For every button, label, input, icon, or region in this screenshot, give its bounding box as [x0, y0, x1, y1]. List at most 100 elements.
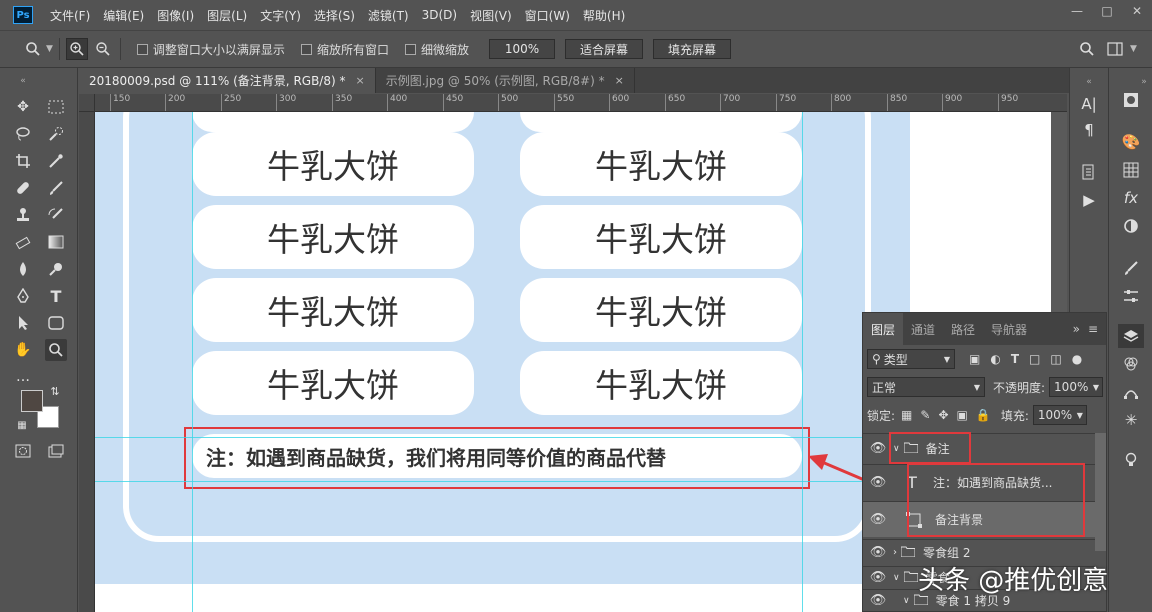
screen-mode-icon[interactable] — [45, 440, 67, 462]
workspace-icon[interactable] — [1104, 38, 1126, 60]
maximize-icon[interactable]: □ — [1092, 0, 1122, 22]
move-tool-icon[interactable]: ✥ — [12, 96, 34, 118]
lock-all-icon[interactable]: 🔒 — [976, 408, 991, 422]
guide-line[interactable] — [192, 112, 193, 612]
menu-file[interactable]: 文件(F) — [50, 7, 90, 24]
chevron-down-icon[interactable]: ▼ — [1130, 44, 1137, 54]
crop-tool-icon[interactable] — [12, 150, 34, 172]
lasso-tool-icon[interactable] — [12, 123, 34, 145]
history-brush-tool-icon[interactable] — [45, 204, 67, 226]
tab-example-image[interactable]: 示例图.jpg @ 50% (示例图, RGB/8#) * × — [375, 68, 635, 93]
tab-channels[interactable]: 通道 — [903, 313, 943, 345]
horizontal-ruler[interactable]: 150 200 250 300 350 400 450 500 550 600 … — [95, 94, 1067, 112]
close-icon[interactable]: ✕ — [1122, 0, 1152, 22]
dodge-tool-icon[interactable] — [45, 258, 67, 280]
adjustments-panel-icon[interactable] — [1118, 214, 1144, 238]
checkbox-box[interactable] — [404, 43, 416, 55]
chevron-down-icon[interactable]: ▼ — [46, 44, 53, 54]
quick-mask-icon[interactable] — [12, 440, 34, 462]
navigator-panel-icon[interactable]: ✳ — [1118, 408, 1144, 432]
paragraph-panel-icon[interactable]: ¶ — [1076, 118, 1102, 142]
healing-brush-tool-icon[interactable] — [12, 177, 34, 199]
menu-type[interactable]: 文字(Y) — [260, 7, 301, 24]
zoom-tool-icon[interactable] — [22, 38, 44, 60]
filter-pixel-icon[interactable]: ▣ — [969, 352, 980, 366]
close-icon[interactable]: × — [355, 74, 364, 87]
filter-shape-icon[interactable]: □ — [1029, 352, 1040, 366]
color-panel-icon[interactable] — [1118, 88, 1144, 112]
menu-3d[interactable]: 3D(D) — [422, 8, 457, 22]
panel-expand-icon[interactable]: » — [1073, 322, 1080, 336]
filter-adjustment-icon[interactable]: ◐ — [990, 352, 1000, 366]
path-selection-tool-icon[interactable] — [12, 312, 34, 334]
brushes-panel-icon[interactable] — [1118, 256, 1144, 280]
lock-artboard-icon[interactable]: ▣ — [957, 408, 968, 422]
lock-paint-icon[interactable]: ✎ — [920, 408, 930, 422]
scrubby-zoom-checkbox[interactable]: 细微缩放 — [404, 41, 469, 58]
more-tools-icon[interactable]: … — [12, 366, 34, 388]
grid-panel-icon[interactable] — [1118, 158, 1144, 182]
blur-tool-icon[interactable] — [12, 258, 34, 280]
tab-navigator[interactable]: 导航器 — [983, 313, 1035, 345]
menu-window[interactable]: 窗口(W) — [525, 7, 570, 24]
minimize-icon[interactable]: — — [1062, 0, 1092, 22]
menu-layer[interactable]: 图层(L) — [207, 7, 247, 24]
marquee-tool-icon[interactable] — [45, 96, 67, 118]
menu-edit[interactable]: 编辑(E) — [103, 7, 144, 24]
actions-panel-icon[interactable]: ▶ — [1076, 188, 1102, 212]
fill-screen-button[interactable]: 填充屏幕 — [652, 39, 731, 59]
filter-type-icon[interactable]: T — [1011, 352, 1019, 366]
brush-settings-icon[interactable] — [1118, 284, 1144, 308]
tab-paths[interactable]: 路径 — [943, 313, 983, 345]
default-colors-icon[interactable]: ▦ — [15, 418, 29, 432]
styles-panel-icon[interactable]: fx — [1118, 186, 1144, 210]
layers-panel-icon[interactable] — [1118, 324, 1144, 348]
swatches-panel-icon[interactable]: 🎨 — [1118, 130, 1144, 154]
filter-toggle-icon[interactable]: ● — [1072, 352, 1082, 366]
zoom-tool-icon[interactable] — [45, 339, 67, 361]
filter-smart-object-icon[interactable]: ◫ — [1050, 352, 1061, 366]
guide-line[interactable] — [802, 112, 803, 612]
menu-image[interactable]: 图像(I) — [157, 7, 194, 24]
zoom-value-button[interactable]: 100% — [488, 39, 555, 59]
collapse-icon[interactable]: « — [12, 70, 34, 92]
eye-icon[interactable]: 👁 — [863, 475, 893, 490]
chevron-down-icon[interactable]: ∨ — [893, 573, 900, 583]
ruler-corner[interactable] — [79, 94, 95, 112]
eye-icon[interactable]: 👁 — [863, 593, 893, 608]
opacity-input[interactable]: 100% ▼ — [1049, 377, 1104, 397]
hand-tool-icon[interactable]: ✋ — [12, 339, 34, 361]
menu-filter[interactable]: 滤镜(T) — [368, 7, 409, 24]
lightbulb-icon[interactable] — [1118, 448, 1144, 472]
quick-select-tool-icon[interactable] — [45, 123, 67, 145]
tab-layers[interactable]: 图层 — [863, 313, 904, 345]
foreground-color-swatch[interactable] — [21, 390, 43, 412]
rectangle-tool-icon[interactable] — [45, 312, 67, 334]
menu-help[interactable]: 帮助(H) — [583, 7, 625, 24]
eyedropper-tool-icon[interactable] — [45, 150, 67, 172]
menu-select[interactable]: 选择(S) — [314, 7, 355, 24]
resize-windows-checkbox[interactable]: 调整窗口大小以满屏显示 — [136, 41, 285, 58]
gradient-tool-icon[interactable] — [45, 231, 67, 253]
checkbox-box[interactable] — [136, 43, 148, 55]
tab-psd-document[interactable]: 20180009.psd @ 111% (备注背景, RGB/8) * × — [79, 68, 376, 93]
lock-position-icon[interactable]: ✥ — [938, 408, 948, 422]
close-icon[interactable]: × — [615, 74, 624, 87]
filter-kind-select[interactable]: ⚲ 类型 ▼ — [867, 349, 955, 369]
zoom-all-checkbox[interactable]: 缩放所有窗口 — [300, 41, 389, 58]
type-tool-icon[interactable]: T — [45, 285, 67, 307]
paths-panel-icon[interactable] — [1118, 380, 1144, 404]
menu-view[interactable]: 视图(V) — [470, 7, 512, 24]
fit-screen-button[interactable]: 适合屏幕 — [564, 39, 643, 59]
eraser-tool-icon[interactable] — [12, 231, 34, 253]
eye-icon[interactable]: 👁 — [863, 512, 893, 527]
channels-panel-icon[interactable] — [1118, 352, 1144, 376]
fill-input[interactable]: 100% ▼ — [1032, 405, 1087, 425]
panel-menu-icon[interactable]: ≡ — [1088, 322, 1098, 336]
zoom-out-icon[interactable] — [92, 38, 114, 60]
chevron-down-icon[interactable]: ∨ — [903, 596, 910, 606]
brush-tool-icon[interactable] — [45, 177, 67, 199]
pen-tool-icon[interactable] — [12, 285, 34, 307]
blend-mode-select[interactable]: 正常 ▼ — [867, 377, 985, 397]
eye-icon[interactable]: 👁 — [863, 545, 893, 560]
